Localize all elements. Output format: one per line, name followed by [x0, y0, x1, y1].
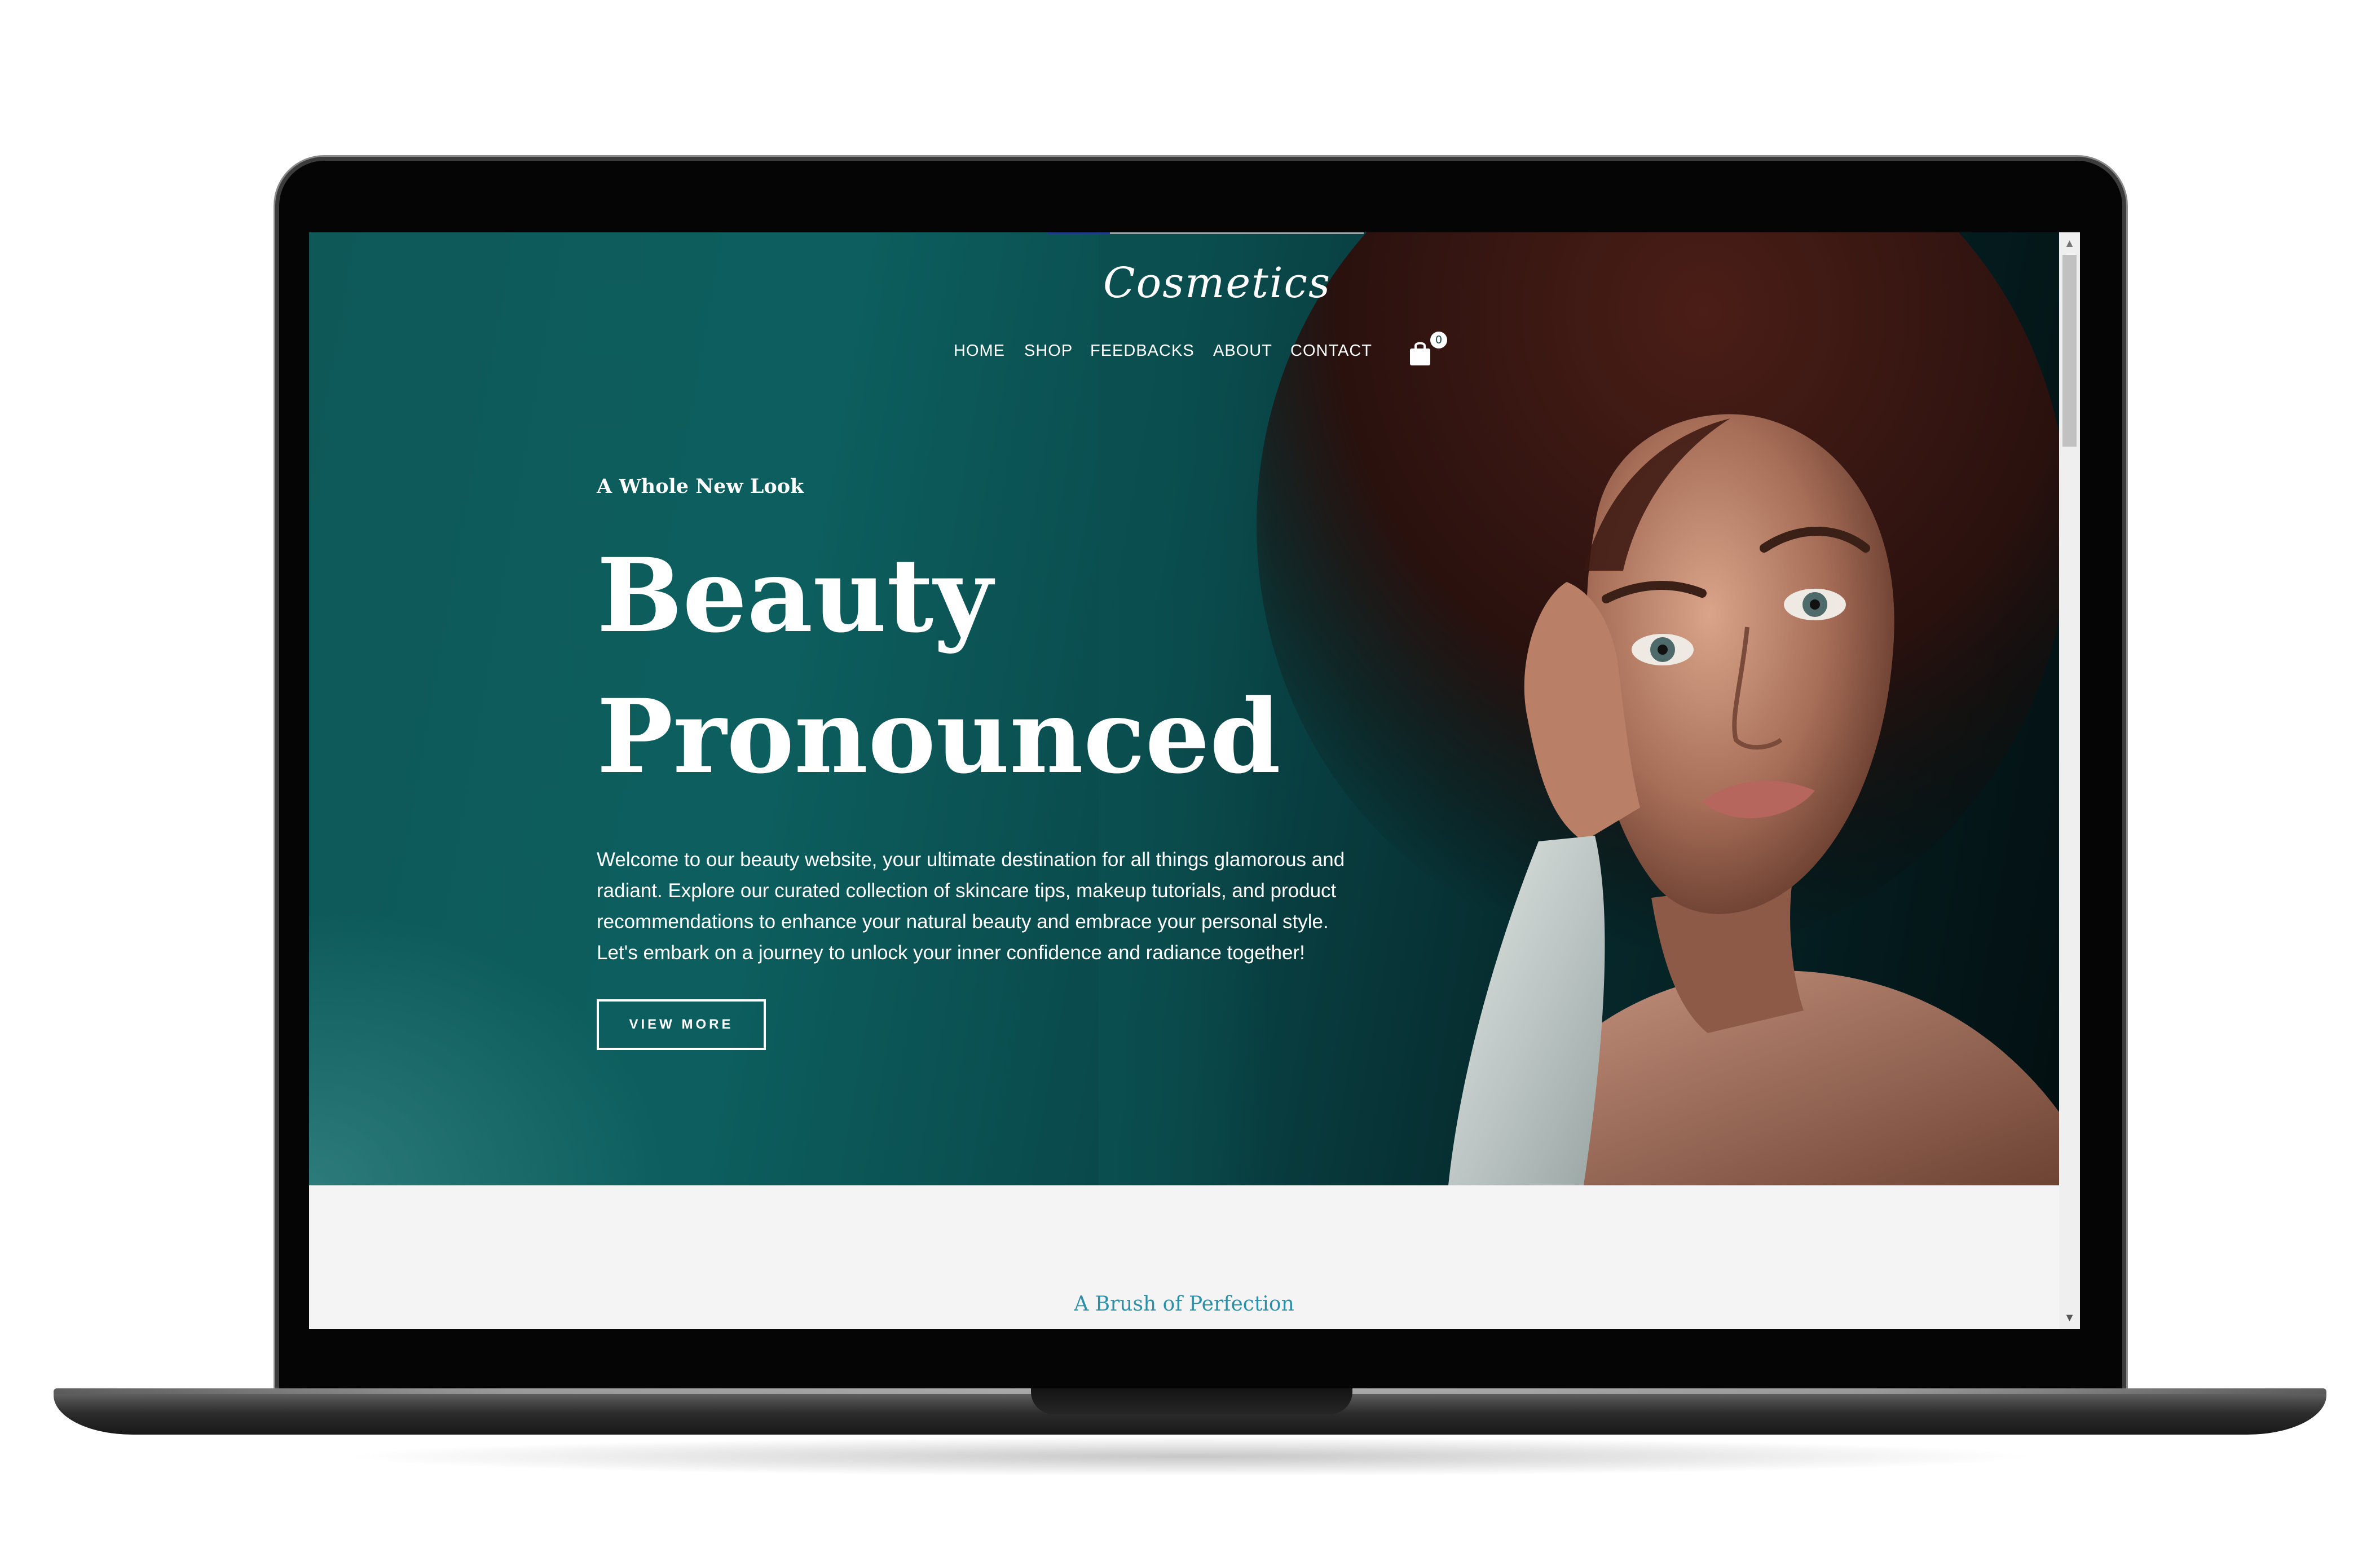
- nav-item-about[interactable]: ABOUT: [1213, 328, 1272, 373]
- brand-logo[interactable]: Cosmetics: [1099, 249, 1336, 317]
- hero-section: Cosmetics HOME SHOP FEEDBACKS ABOUT CONT…: [309, 232, 2059, 1185]
- scrollbar-thumb[interactable]: [2062, 255, 2077, 447]
- cart-count-badge: 0: [1430, 332, 1447, 349]
- hero-description: Welcome to our beauty website, your ulti…: [597, 849, 1345, 964]
- scroll-down-arrow-icon[interactable]: ▼: [2059, 1307, 2080, 1329]
- laptop-shadow: [338, 1437, 2042, 1476]
- vertical-scrollbar[interactable]: ▲ ▼: [2059, 232, 2080, 1329]
- browser-viewport: Cosmetics HOME SHOP FEEDBACKS ABOUT CONT…: [309, 232, 2080, 1329]
- nav-item-contact[interactable]: CONTACT: [1290, 328, 1372, 373]
- nav-item-shop[interactable]: SHOP: [1024, 328, 1073, 373]
- scroll-up-arrow-icon[interactable]: ▲: [2059, 232, 2080, 255]
- main-navigation: HOME SHOP FEEDBACKS ABOUT CONTACT: [309, 328, 2059, 373]
- section-subheading: A Brush of Perfection: [1074, 1292, 1294, 1316]
- hero-headline-line2: Pronounced: [597, 677, 1281, 796]
- shopping-bag-icon: [1410, 342, 1430, 365]
- hero-headline: Beauty Pronounced: [597, 526, 1281, 808]
- view-more-button[interactable]: VIEW MORE: [597, 999, 766, 1050]
- cart-button[interactable]: 0: [1408, 328, 1447, 373]
- hero-eyebrow: A Whole New Look: [597, 475, 804, 498]
- nav-item-home[interactable]: HOME: [954, 328, 1005, 373]
- nav-item-feedbacks[interactable]: FEEDBACKS: [1090, 328, 1195, 373]
- top-progress-fill: [1048, 232, 1110, 234]
- hero-headline-line1: Beauty: [597, 536, 993, 655]
- laptop-hinge-notch: [1031, 1388, 1352, 1414]
